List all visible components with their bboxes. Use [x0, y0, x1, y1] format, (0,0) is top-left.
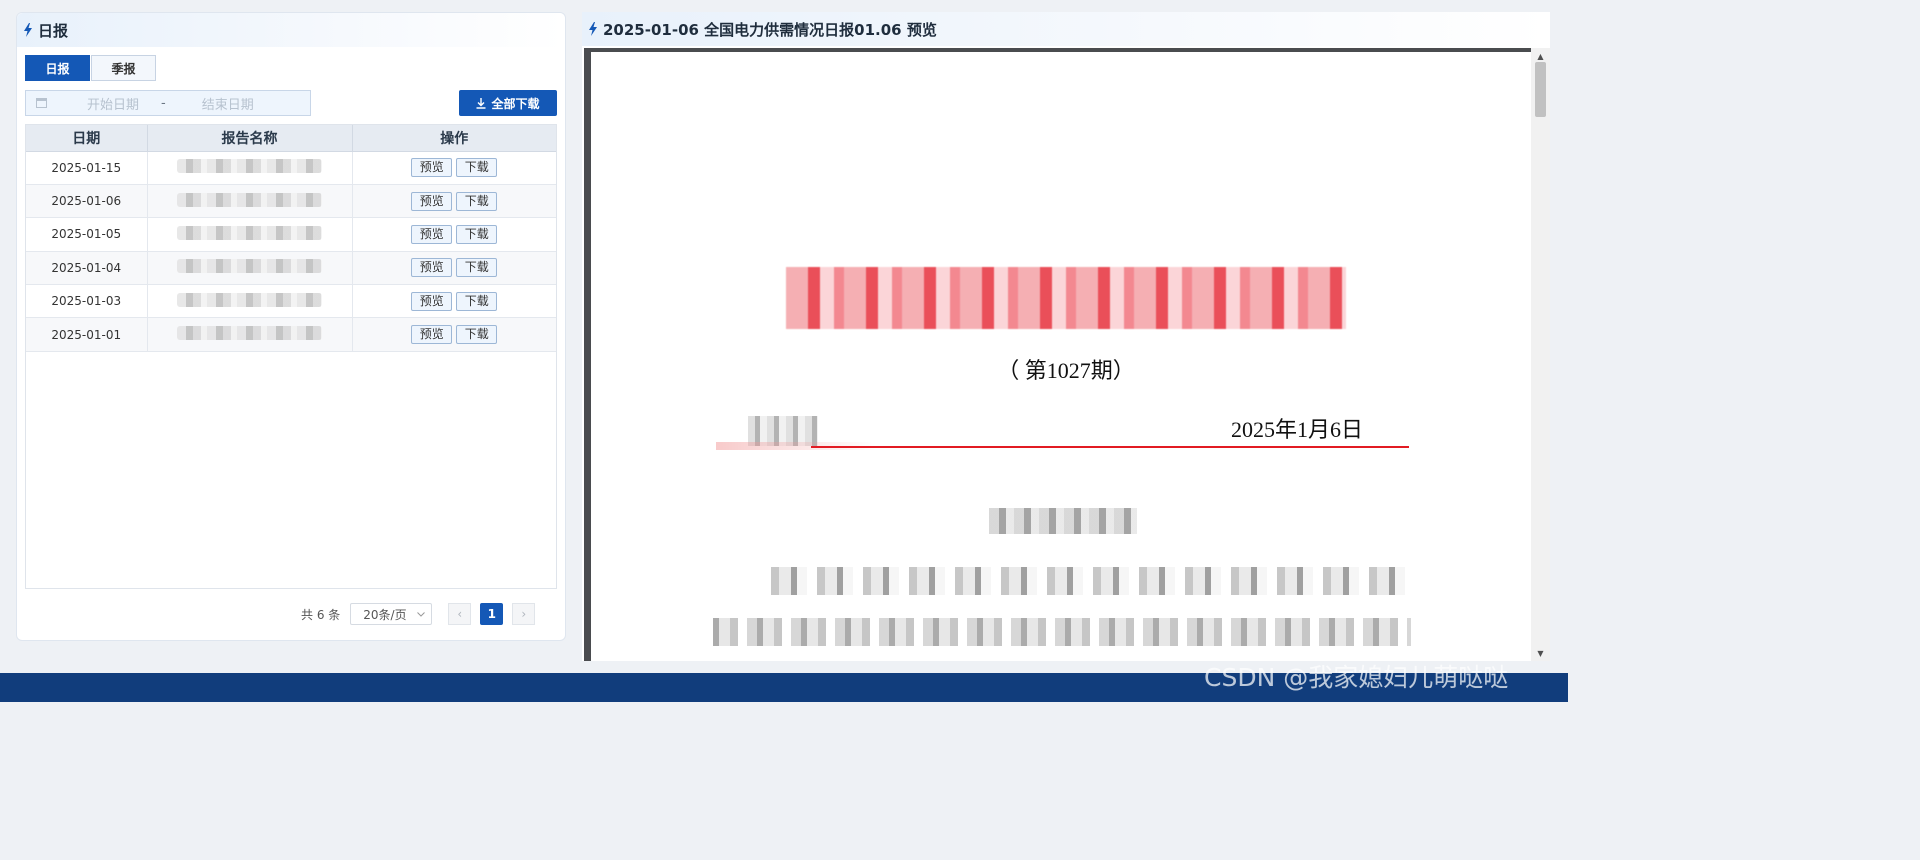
document-date: 2025年1月6日 — [1231, 417, 1364, 442]
row-actions: 预览 下载 — [352, 284, 556, 319]
row-actions: 预览 下载 — [352, 151, 556, 185]
pdf-viewer[interactable]: （ 第1027期） 2025年1月6日 ▲ ▼ — [584, 48, 1550, 661]
date-separator: - — [161, 95, 166, 111]
end-date-input[interactable]: 结束日期 — [192, 94, 264, 113]
tab-quarterly[interactable]: 季报 — [91, 55, 156, 81]
download-all-label: 全部下载 — [491, 96, 540, 111]
document-issue-number: （ 第1027期） — [997, 358, 1135, 383]
redacted-text — [177, 159, 322, 174]
preview-button[interactable]: 预览 — [411, 224, 453, 244]
pagination: 共 6 条 20条/页 ‹ 1 › — [301, 603, 536, 625]
row-report-name — [147, 284, 353, 319]
pdf-page: （ 第1027期） 2025年1月6日 — [591, 52, 1531, 661]
tab-daily[interactable]: 日报 — [25, 55, 90, 81]
start-date-input[interactable]: 开始日期 — [77, 94, 149, 113]
daily-report-panel: 日报 日报 季报 开始日期 - 结束日期 全部下载 日期 报告名称 操作 202… — [16, 12, 566, 641]
table-row: 2025-01-01 预览 下载 — [26, 317, 556, 352]
table-row: 2025-01-04 预览 下载 — [26, 251, 556, 286]
scroll-thumb[interactable] — [1535, 62, 1546, 117]
redacted-document-title — [786, 267, 1346, 329]
page-size-select[interactable]: 20条/页 — [350, 603, 433, 625]
page-size-value: 20条/页 — [363, 607, 407, 622]
redacted-body-line — [761, 567, 1411, 595]
preview-button[interactable]: 预览 — [411, 191, 453, 211]
viewer-scrollbar[interactable]: ▲ ▼ — [1531, 48, 1550, 661]
table-header-row: 日期 报告名称 操作 — [26, 125, 556, 152]
row-date: 2025-01-05 — [26, 217, 148, 252]
preview-header: 2025-01-06 全国电力供需情况日报01.06 预览 — [582, 12, 1550, 46]
download-all-button[interactable]: 全部下载 — [459, 90, 557, 116]
column-header-actions: 操作 — [352, 125, 556, 152]
report-type-tabs: 日报 季报 — [25, 55, 156, 81]
redacted-text — [177, 192, 322, 207]
page-number-current[interactable]: 1 — [480, 603, 504, 625]
lightning-icon — [589, 22, 597, 36]
table-row: 2025-01-03 预览 下载 — [26, 284, 556, 319]
redacted-heading — [989, 508, 1137, 534]
red-divider — [811, 446, 1409, 448]
download-button[interactable]: 下载 — [456, 325, 498, 345]
row-report-name — [147, 151, 353, 185]
row-report-name — [147, 317, 353, 352]
redacted-body-line — [713, 618, 1411, 646]
download-button[interactable]: 下载 — [456, 191, 498, 211]
table-row: 2025-01-15 预览 下载 — [26, 151, 556, 185]
row-date: 2025-01-01 — [26, 317, 148, 352]
redacted-text — [177, 225, 322, 240]
total-count: 共 6 条 — [301, 607, 341, 622]
row-date: 2025-01-03 — [26, 284, 148, 319]
row-actions: 预览 下载 — [352, 251, 556, 286]
redacted-text — [177, 259, 322, 274]
column-header-date: 日期 — [26, 125, 148, 152]
scroll-down-arrow-icon[interactable]: ▼ — [1531, 645, 1550, 661]
row-report-name — [147, 251, 353, 286]
download-button[interactable]: 下载 — [456, 258, 498, 278]
lightning-icon — [24, 23, 32, 37]
preview-button[interactable]: 预览 — [411, 158, 453, 178]
row-date: 2025-01-15 — [26, 151, 148, 185]
row-actions: 预览 下载 — [352, 317, 556, 352]
download-button[interactable]: 下载 — [456, 224, 498, 244]
chevron-down-icon — [417, 611, 426, 617]
next-page-button[interactable]: › — [512, 603, 536, 625]
preview-button[interactable]: 预览 — [411, 291, 453, 311]
preview-panel: 2025-01-06 全国电力供需情况日报01.06 预览 （ 第1027期） … — [582, 12, 1550, 661]
watermark: CSDN @我家媳妇儿萌哒哒 — [1204, 663, 1509, 692]
report-table: 日期 报告名称 操作 2025-01-15 预览 下载 2025-01-06 预览… — [25, 124, 557, 589]
redacted-text — [177, 292, 322, 307]
panel-header: 日报 — [17, 13, 565, 47]
preview-button[interactable]: 预览 — [411, 325, 453, 345]
preview-title: 2025-01-06 全国电力供需情况日报01.06 预览 — [603, 20, 937, 39]
row-date: 2025-01-04 — [26, 251, 148, 286]
column-header-name: 报告名称 — [147, 125, 353, 152]
download-icon — [476, 97, 486, 109]
calendar-icon — [36, 98, 47, 108]
row-date: 2025-01-06 — [26, 184, 148, 219]
download-button[interactable]: 下载 — [456, 291, 498, 311]
table-row: 2025-01-06 预览 下载 — [26, 184, 556, 219]
row-report-name — [147, 184, 353, 219]
download-button[interactable]: 下载 — [456, 158, 498, 178]
prev-page-button[interactable]: ‹ — [448, 603, 472, 625]
panel-title: 日报 — [38, 21, 69, 40]
row-actions: 预览 下载 — [352, 184, 556, 219]
table-row: 2025-01-05 预览 下载 — [26, 217, 556, 252]
row-report-name — [147, 217, 353, 252]
date-range-picker[interactable]: 开始日期 - 结束日期 — [25, 90, 311, 116]
preview-button[interactable]: 预览 — [411, 258, 453, 278]
redacted-text — [177, 326, 322, 341]
row-actions: 预览 下载 — [352, 217, 556, 252]
